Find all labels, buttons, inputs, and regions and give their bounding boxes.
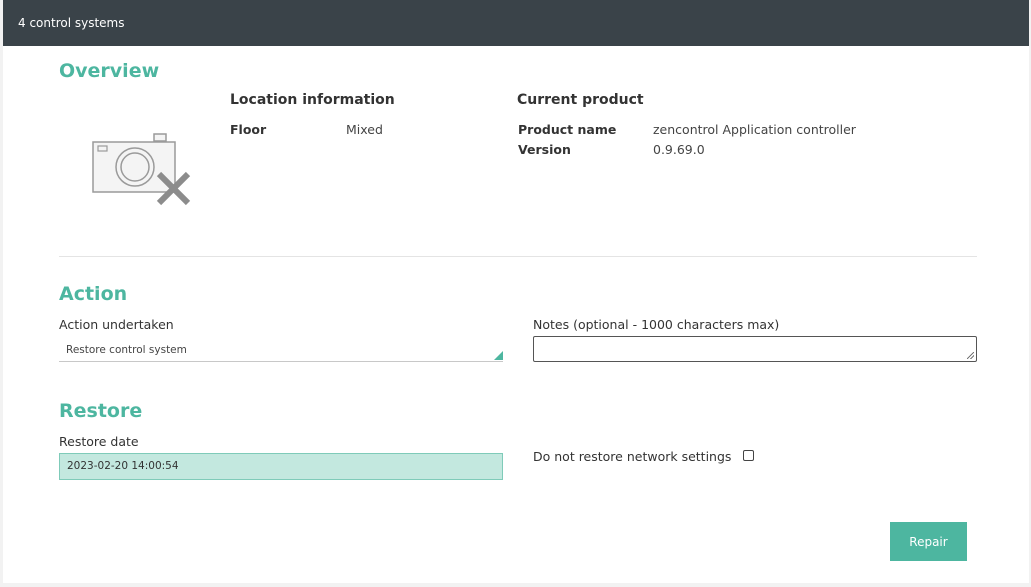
no-network-restore-label: Do not restore network settings bbox=[533, 449, 732, 464]
product-name-value: zencontrol Application controller bbox=[653, 122, 856, 137]
restore-date-value: 2023-02-20 14:00:54 bbox=[67, 460, 179, 472]
notes-textarea[interactable] bbox=[533, 336, 977, 362]
restore-date-field[interactable]: 2023-02-20 14:00:54 bbox=[59, 453, 503, 480]
no-network-restore-checkbox[interactable] bbox=[743, 450, 754, 461]
window-title: 4 control systems bbox=[18, 16, 125, 30]
product-name-label: Product name bbox=[518, 122, 617, 137]
version-value: 0.9.69.0 bbox=[653, 142, 705, 157]
overview-title: Overview bbox=[59, 60, 160, 82]
dropdown-corner-icon bbox=[494, 351, 503, 360]
restore-title: Restore bbox=[59, 400, 143, 422]
action-undertaken-label: Action undertaken bbox=[59, 317, 174, 332]
resize-grip-icon[interactable] bbox=[967, 352, 974, 359]
notes-label: Notes (optional - 1000 characters max) bbox=[533, 317, 780, 332]
version-label: Version bbox=[518, 142, 571, 157]
action-undertaken-select[interactable]: Restore control system bbox=[59, 339, 503, 362]
location-info-heading: Location information bbox=[230, 92, 395, 108]
restore-date-label: Restore date bbox=[59, 434, 139, 449]
floor-label: Floor bbox=[230, 122, 267, 137]
floor-value: Mixed bbox=[346, 122, 383, 137]
no-photo-camera-icon bbox=[92, 133, 191, 206]
section-divider bbox=[59, 256, 977, 257]
repair-button[interactable]: Repair bbox=[890, 522, 967, 561]
current-product-heading: Current product bbox=[517, 92, 644, 108]
action-undertaken-value: Restore control system bbox=[66, 344, 187, 356]
window-title-bar: 4 control systems bbox=[3, 0, 1029, 46]
action-title: Action bbox=[59, 283, 128, 305]
main-panel: 4 control systems Overview Location info… bbox=[3, 0, 1029, 583]
